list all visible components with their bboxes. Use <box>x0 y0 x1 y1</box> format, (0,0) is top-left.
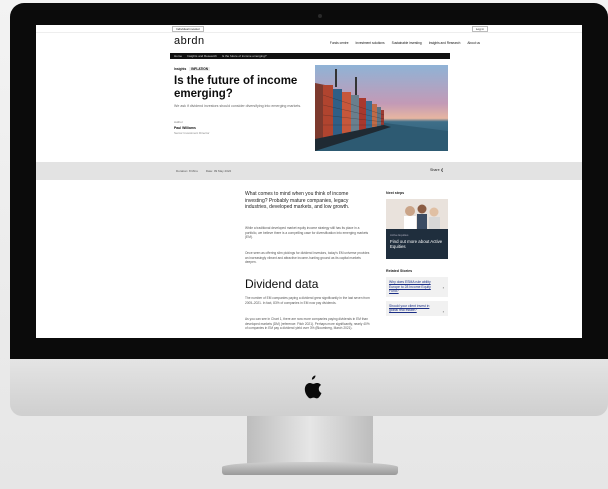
camera-dot <box>318 14 322 18</box>
team-photo-illustration <box>386 199 448 229</box>
related-story-2[interactable]: Should your client invest in global real… <box>386 300 448 316</box>
article-subtitle: We ask if dividend investors should cons… <box>174 104 302 108</box>
browser-screen: Individual investor Log in abrdn Funds c… <box>36 25 582 338</box>
apple-logo-icon <box>299 374 323 402</box>
related-story-1-link[interactable]: Why does ESMA rule ability Europe to 28 … <box>389 280 439 294</box>
team-photo <box>386 199 448 229</box>
chevron-right-icon: › <box>442 285 444 290</box>
article-paragraph-2: Once seen as offering slim pickings for … <box>245 251 370 264</box>
card-kicker: Active Equities <box>390 233 409 237</box>
investor-type-select[interactable]: Individual investor <box>172 26 205 32</box>
share-button[interactable]: Share ❰ <box>430 168 444 172</box>
next-steps-heading: Next steps <box>386 191 405 195</box>
article-meta: Duration: 8 Mins Date: 09 May 2022 <box>176 169 231 173</box>
active-equities-card[interactable]: Active Equities Find out more about Acti… <box>386 229 448 259</box>
login-button[interactable]: Log in <box>471 26 488 32</box>
card-title: Find out more about Active Equities <box>390 239 443 250</box>
crumb-current: Is the future of income emerging? <box>221 54 267 58</box>
article-title: Is the future of income emerging? <box>174 75 298 100</box>
related-stories-heading: Related Stories <box>386 269 413 273</box>
abrdn-logo[interactable]: abrdn <box>174 35 205 47</box>
article-lead: What comes to mind when you think of inc… <box>245 191 350 211</box>
author-role: Senior Investment Director <box>174 131 210 135</box>
share-icon: ❰ <box>440 168 444 172</box>
related-story-2-link[interactable]: Should your client invest in global real… <box>389 304 439 313</box>
article-meta-bar: Duration: 8 Mins Date: 09 May 2022 Share… <box>36 162 582 180</box>
share-label: Share <box>430 168 440 172</box>
topic-tag[interactable]: INFLATION <box>189 67 210 71</box>
article-paragraph-1: While a traditional developed market equ… <box>245 226 369 239</box>
breadcrumb: Home Insights and Research Is the future… <box>170 53 450 59</box>
crumb-insights[interactable]: Insights and Research <box>187 54 217 58</box>
crumb-home[interactable]: Home <box>174 54 182 58</box>
sidebar: Next steps Active Equities Find out more <box>386 191 448 316</box>
chevron-right-icon: › <box>442 308 444 314</box>
article-paragraph-3: The number of EM companies paying a divi… <box>245 296 370 305</box>
nav-link-investment[interactable]: Investment solutions <box>356 41 385 45</box>
nav-link-about[interactable]: About us <box>467 41 480 45</box>
desktop-scene: Individual investor Log in abrdn Funds c… <box>0 0 608 489</box>
nav-links: Funds centre Investment solutions Sustai… <box>330 41 480 45</box>
article-body: What comes to mind when you think of inc… <box>36 180 582 338</box>
publish-date: Date: 09 May 2022 <box>205 169 232 173</box>
author-label: Author <box>174 120 183 124</box>
article-tags: Insights INFLATION <box>174 67 210 71</box>
container-ship-illustration <box>315 69 448 151</box>
apple-logo-shape <box>304 375 322 399</box>
author-name[interactable]: Paul Williams <box>174 126 196 130</box>
nav-link-sustainable[interactable]: Sustainable investing <box>392 41 422 45</box>
related-story-1[interactable]: Why does ESMA rule ability Europe to 28 … <box>386 277 448 297</box>
reading-duration: Duration: 8 Mins <box>176 169 198 173</box>
nav-link-funds[interactable]: Funds centre <box>330 41 349 45</box>
site-nav: abrdn Funds centre Investment solutions … <box>36 33 582 53</box>
article-paragraph-4: As you can see in Chart 1, there are now… <box>245 317 370 330</box>
monitor-stand-neck <box>247 416 373 466</box>
section-heading-dividend-data: Dividend data <box>245 277 319 291</box>
utility-bar: Individual investor Log in <box>36 25 582 33</box>
nav-link-insights[interactable]: Insights and Research <box>429 41 461 45</box>
hero-image-container-ship <box>315 65 448 151</box>
monitor-stand-base <box>222 462 398 475</box>
category-label[interactable]: Insights <box>174 67 186 71</box>
